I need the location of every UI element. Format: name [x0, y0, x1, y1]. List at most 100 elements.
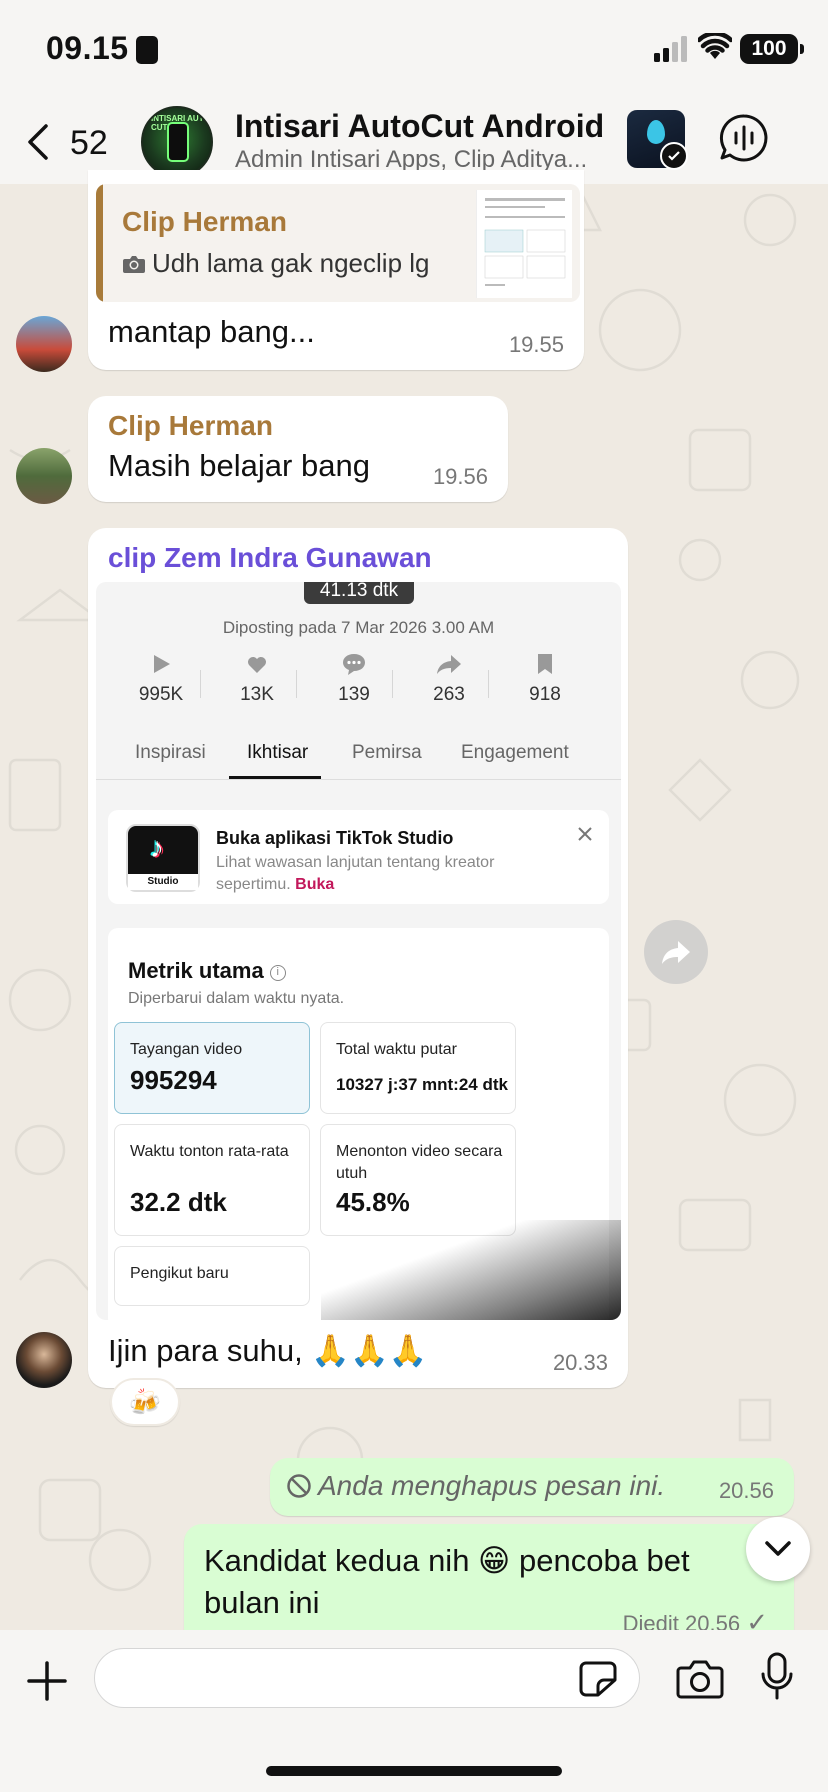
sender-avatar[interactable]: [16, 1332, 72, 1388]
promo-description: Lihat wawasan lanjutan tentang kreator s…: [216, 852, 526, 896]
metric-value: 32.2 dtk: [130, 1187, 227, 1217]
tiktok-screenshot-image[interactable]: 41.13 dtk Diposting pada 7 Mar 2026 3.00…: [96, 582, 621, 1320]
message-time: 20.33: [552, 1350, 608, 1375]
share-icon: [437, 655, 461, 674]
metric-label: Tayangan video: [130, 1041, 243, 1058]
metric-new-followers: Pengikut baru: [114, 1246, 310, 1306]
status-bar: 09.15 100: [0, 0, 828, 100]
info-icon: i: [269, 965, 286, 981]
shares-count: 263: [433, 684, 465, 705]
cellular-signal-icon: [654, 36, 687, 62]
chevron-down-icon: [765, 1541, 791, 1556]
id-card-icon: [136, 36, 158, 64]
quoted-text: Udh lama gak ngeclip lg: [122, 248, 430, 279]
scroll-to-bottom-button[interactable]: [746, 1517, 810, 1581]
promo-link: Buka: [295, 876, 335, 893]
message-bubble[interactable]: Kandidat kedua nih 😁 pencoba bet bulan i…: [184, 1524, 794, 1637]
video-duration: 41.13 dtk: [304, 582, 414, 604]
message-bubble[interactable]: Clip Herman Masih belajar bang 19.56: [88, 396, 508, 502]
comment-icon: [343, 654, 365, 675]
sender-avatar[interactable]: [16, 448, 72, 504]
forward-icon: [662, 941, 690, 964]
wifi-icon: [698, 33, 732, 59]
quoted-image-thumbnail: [476, 190, 572, 298]
quote-accent-bar: [96, 184, 103, 302]
deleted-message-bubble[interactable]: Anda menghapus pesan ini. 20.56: [270, 1458, 794, 1516]
promo-description-text: Lihat wawasan lanjutan tentang kreator s…: [216, 854, 495, 893]
message-reaction[interactable]: 🍻: [110, 1378, 180, 1426]
voice-chat-icon[interactable]: [718, 112, 770, 164]
sender-avatar[interactable]: [16, 316, 72, 372]
plus-icon[interactable]: [26, 1660, 68, 1702]
message-input[interactable]: [94, 1648, 640, 1708]
active-tab-indicator: [229, 776, 321, 779]
metric-total-watch-time: Total waktu putar 10327 j:37 mnt:24 dtk: [320, 1022, 516, 1114]
play-icon: [154, 655, 170, 673]
tab-pemirsa: Pemirsa: [352, 742, 422, 763]
bookmark-icon: [538, 654, 552, 674]
close-icon: [578, 827, 592, 841]
oil-drop-icon: [647, 120, 665, 144]
views-stat: 995K: [121, 652, 201, 706]
shares-stat: 263: [409, 652, 489, 706]
chevron-left-icon: [28, 124, 48, 160]
tiktok-note-icon: ♪: [150, 832, 164, 863]
camera-icon[interactable]: [676, 1658, 724, 1700]
metric-video-views: Tayangan video 995294: [114, 1022, 310, 1114]
views-count: 995K: [138, 684, 184, 705]
stat-divider: [200, 670, 201, 698]
quoted-sender: Clip Herman: [122, 206, 287, 237]
message-text: Masih belajar bang: [108, 448, 370, 483]
metrics-title-text: Metrik utama: [128, 958, 264, 983]
tab-inspirasi: Inspirasi: [135, 742, 206, 763]
microphone-icon[interactable]: [760, 1652, 794, 1702]
home-indicator: [266, 1766, 562, 1776]
deleted-message: Anda menghapus pesan ini.: [286, 1470, 665, 1502]
likes-stat: 13K: [217, 652, 297, 706]
message-time: 19.55: [508, 332, 564, 357]
message-time: 19.56: [432, 464, 488, 489]
message-text: mantap bang...: [108, 314, 315, 349]
group-avatar[interactable]: INTISARI AUTO CUT: [141, 106, 213, 178]
saves-stat: 918: [505, 652, 585, 706]
tab-engagement: Engagement: [461, 742, 569, 763]
deleted-text: Anda menghapus pesan ini.: [318, 1470, 666, 1501]
metric-label: Waktu tonton rata-rata: [130, 1143, 289, 1160]
group-title[interactable]: Intisari AutoCut Android: [235, 108, 604, 145]
stat-divider: [488, 670, 489, 698]
metric-label: Menonton video secara utuh: [336, 1143, 503, 1182]
heart-icon: [248, 657, 266, 673]
message-time: 20.56: [718, 1478, 774, 1503]
stat-divider: [296, 670, 297, 698]
comments-stat: 139: [314, 652, 394, 706]
metric-label: Total waktu putar: [336, 1041, 457, 1058]
camera-icon: [123, 256, 145, 273]
sticker-icon[interactable]: [578, 1660, 618, 1698]
analytics-tabs: Inspirasi Ikhtisar Pemirsa Engagement: [96, 730, 621, 780]
stat-divider: [392, 670, 393, 698]
verified-check-icon: [660, 142, 688, 170]
unread-count: 52: [70, 124, 108, 162]
metric-value: 995294: [130, 1065, 217, 1095]
studio-label: Studio: [128, 874, 198, 890]
message-composer: [0, 1630, 828, 1792]
battery-indicator: 100: [740, 34, 804, 64]
metric-avg-watch-time: Waktu tonton rata-rata 32.2 dtk: [114, 1124, 310, 1236]
sender-name[interactable]: clip Zem Indra Gunawan: [108, 542, 432, 574]
quoted-message[interactable]: Clip Herman Udh lama gak ngeclip lg: [96, 184, 580, 302]
back-button[interactable]: 52: [20, 116, 120, 168]
posted-date: Diposting pada 7 Mar 2026 3.00 AM: [222, 618, 495, 637]
forward-button[interactable]: [644, 920, 708, 984]
message-bubble[interactable]: Clip Herman Udh lama gak ngeclip lg mant…: [88, 170, 584, 370]
comments-count: 139: [338, 684, 370, 705]
prohibited-icon: [287, 1474, 311, 1498]
saves-count: 918: [529, 684, 561, 705]
status-time: 09.15: [46, 30, 129, 66]
message-text: Ijin para suhu, 🙏🙏🙏: [108, 1333, 428, 1368]
tab-ikhtisar: Ikhtisar: [247, 742, 309, 763]
quoted-text-content: Udh lama gak ngeclip lg: [152, 248, 430, 278]
image-corner-shadow: [321, 1220, 621, 1320]
tiktok-studio-logo: ♪ Studio: [126, 824, 200, 892]
likes-count: 13K: [240, 684, 274, 705]
sender-name[interactable]: Clip Herman: [108, 410, 273, 442]
